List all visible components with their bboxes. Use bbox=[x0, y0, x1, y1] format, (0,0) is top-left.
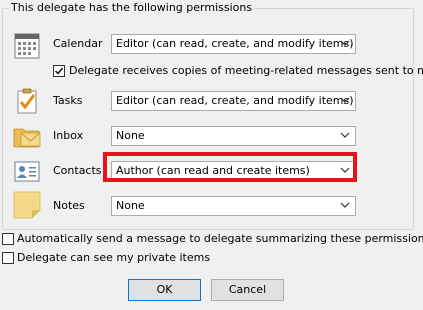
ok-button[interactable]: OK bbox=[128, 279, 201, 301]
auto-send-summary-label: Automatically send a message to delegate… bbox=[17, 232, 423, 245]
permissions-group-title: This delegate has the following permissi… bbox=[9, 1, 255, 15]
chevron-down-icon bbox=[340, 202, 350, 208]
notes-icon bbox=[13, 191, 41, 219]
calendar-permission-select[interactable]: Editor (can read, create, and modify ite… bbox=[111, 34, 356, 54]
chevron-down-icon bbox=[340, 97, 350, 103]
contacts-label: Contacts bbox=[53, 164, 102, 177]
permission-row-inbox: Inbox None bbox=[3, 123, 413, 151]
calendar-icon bbox=[14, 33, 40, 59]
permissions-group: This delegate has the following permissi… bbox=[2, 1, 423, 230]
permission-row-tasks: Tasks Editor (can read, create, and modi… bbox=[3, 88, 413, 116]
chevron-down-icon bbox=[340, 132, 350, 138]
contacts-permission-select[interactable]: Author (can read and create items) bbox=[111, 161, 356, 181]
calendar-label: Calendar bbox=[53, 37, 103, 50]
contacts-permission-value: Author (can read and create items) bbox=[116, 164, 310, 177]
contacts-icon bbox=[14, 161, 40, 182]
delegate-copies-label: Delegate receives copies of meeting-rela… bbox=[69, 64, 423, 77]
tasks-icon bbox=[17, 88, 37, 114]
inbox-permission-select[interactable]: None bbox=[111, 126, 356, 146]
cancel-button[interactable]: Cancel bbox=[211, 279, 284, 301]
private-items-checkbox[interactable] bbox=[2, 252, 14, 264]
inbox-label: Inbox bbox=[53, 129, 84, 142]
inbox-icon bbox=[13, 128, 41, 148]
calendar-permission-value: Editor (can read, create, and modify ite… bbox=[116, 37, 354, 50]
permission-row-contacts: Contacts Author (can read and create ite… bbox=[3, 158, 413, 186]
auto-send-summary-checkbox[interactable] bbox=[2, 233, 14, 245]
permission-row-calendar: Calendar Editor (can read, create, and m… bbox=[3, 31, 413, 59]
tasks-permission-value: Editor (can read, create, and modify ite… bbox=[116, 94, 354, 107]
tasks-permission-select[interactable]: Editor (can read, create, and modify ite… bbox=[111, 91, 356, 111]
inbox-permission-value: None bbox=[116, 129, 145, 142]
notes-label: Notes bbox=[53, 199, 85, 212]
delegate-copies-checkbox[interactable] bbox=[53, 65, 65, 77]
chevron-down-icon bbox=[340, 40, 350, 46]
permission-row-notes: Notes None bbox=[3, 191, 413, 221]
tasks-label: Tasks bbox=[53, 94, 83, 107]
notes-permission-value: None bbox=[116, 199, 145, 212]
notes-permission-select[interactable]: None bbox=[111, 196, 356, 216]
private-items-label: Delegate can see my private items bbox=[17, 251, 211, 264]
checkmark-icon bbox=[54, 67, 64, 75]
chevron-down-icon bbox=[340, 167, 350, 173]
